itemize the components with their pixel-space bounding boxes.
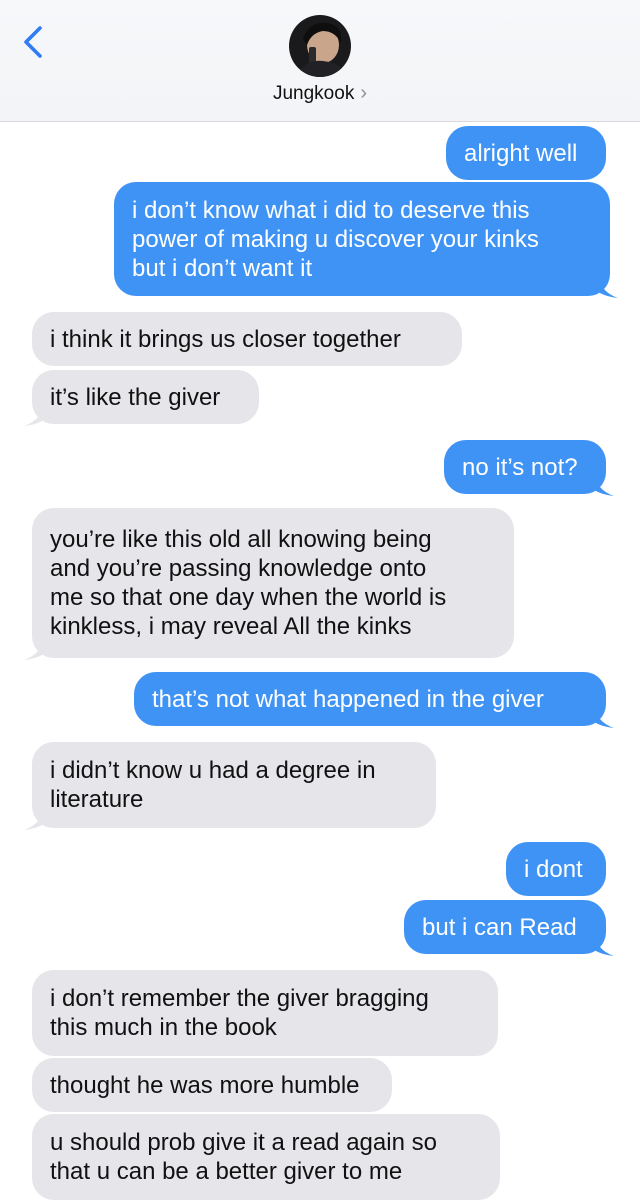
sent-message[interactable]: i dont xyxy=(506,842,606,896)
message-text: but i can Read xyxy=(422,913,577,941)
chevron-right-icon: › xyxy=(360,82,367,104)
bubble-tail xyxy=(592,470,614,496)
received-message[interactable]: you’re like this old all knowing being a… xyxy=(24,508,514,660)
contact-avatar[interactable] xyxy=(289,15,351,77)
bubble-tail xyxy=(24,400,46,426)
message-text: it’s like the giver xyxy=(50,383,221,411)
received-message[interactable]: thought he was more humble xyxy=(32,1058,392,1112)
bubble-tail xyxy=(592,930,614,956)
avatar-photo xyxy=(289,15,351,77)
bubble-tail xyxy=(592,702,614,728)
conversation-header: Jungkook › xyxy=(0,0,640,122)
message-text: alright well xyxy=(464,139,578,167)
message-text: that’s not what happened in the giver xyxy=(152,685,544,713)
message-text: thought he was more humble xyxy=(50,1071,360,1099)
sent-message[interactable]: i don’t know what i did to deserve this … xyxy=(114,182,618,298)
message-text: i don’t know what i did to deserve this … xyxy=(132,196,539,282)
sent-message[interactable]: no it’s not? xyxy=(444,440,614,496)
back-button[interactable] xyxy=(14,22,54,62)
bubble-tail xyxy=(24,804,46,830)
message-text: i didn’t know u had a degree in literatu… xyxy=(50,757,376,813)
received-message[interactable]: it’s like the giver xyxy=(24,370,259,426)
message-text: i dont xyxy=(524,855,583,883)
sent-message[interactable]: that’s not what happened in the giver xyxy=(134,672,614,728)
received-message[interactable]: i don’t remember the giver bragging this… xyxy=(32,970,498,1056)
message-text: you’re like this old all knowing being a… xyxy=(50,526,447,640)
message-text: i think it brings us closer together xyxy=(50,325,401,353)
contact-name: Jungkook xyxy=(272,83,355,104)
message-text: u should prob give it a read again so th… xyxy=(50,1129,437,1185)
sent-message[interactable]: but i can Read xyxy=(404,900,614,956)
message-text: i don’t remember the giver bragging this… xyxy=(50,985,429,1041)
bubble-tail xyxy=(596,272,618,298)
received-message[interactable]: i didn’t know u had a degree in literatu… xyxy=(24,742,436,830)
contact-name-button[interactable]: Jungkook › xyxy=(0,82,640,105)
received-message[interactable]: i think it brings us closer together xyxy=(32,312,462,366)
bubble-tail xyxy=(24,634,46,660)
message-text: no it’s not? xyxy=(462,453,578,481)
received-message[interactable]: u should prob give it a read again so th… xyxy=(32,1114,500,1200)
chevron-left-icon xyxy=(24,26,42,58)
sent-message[interactable]: alright well xyxy=(446,126,606,180)
